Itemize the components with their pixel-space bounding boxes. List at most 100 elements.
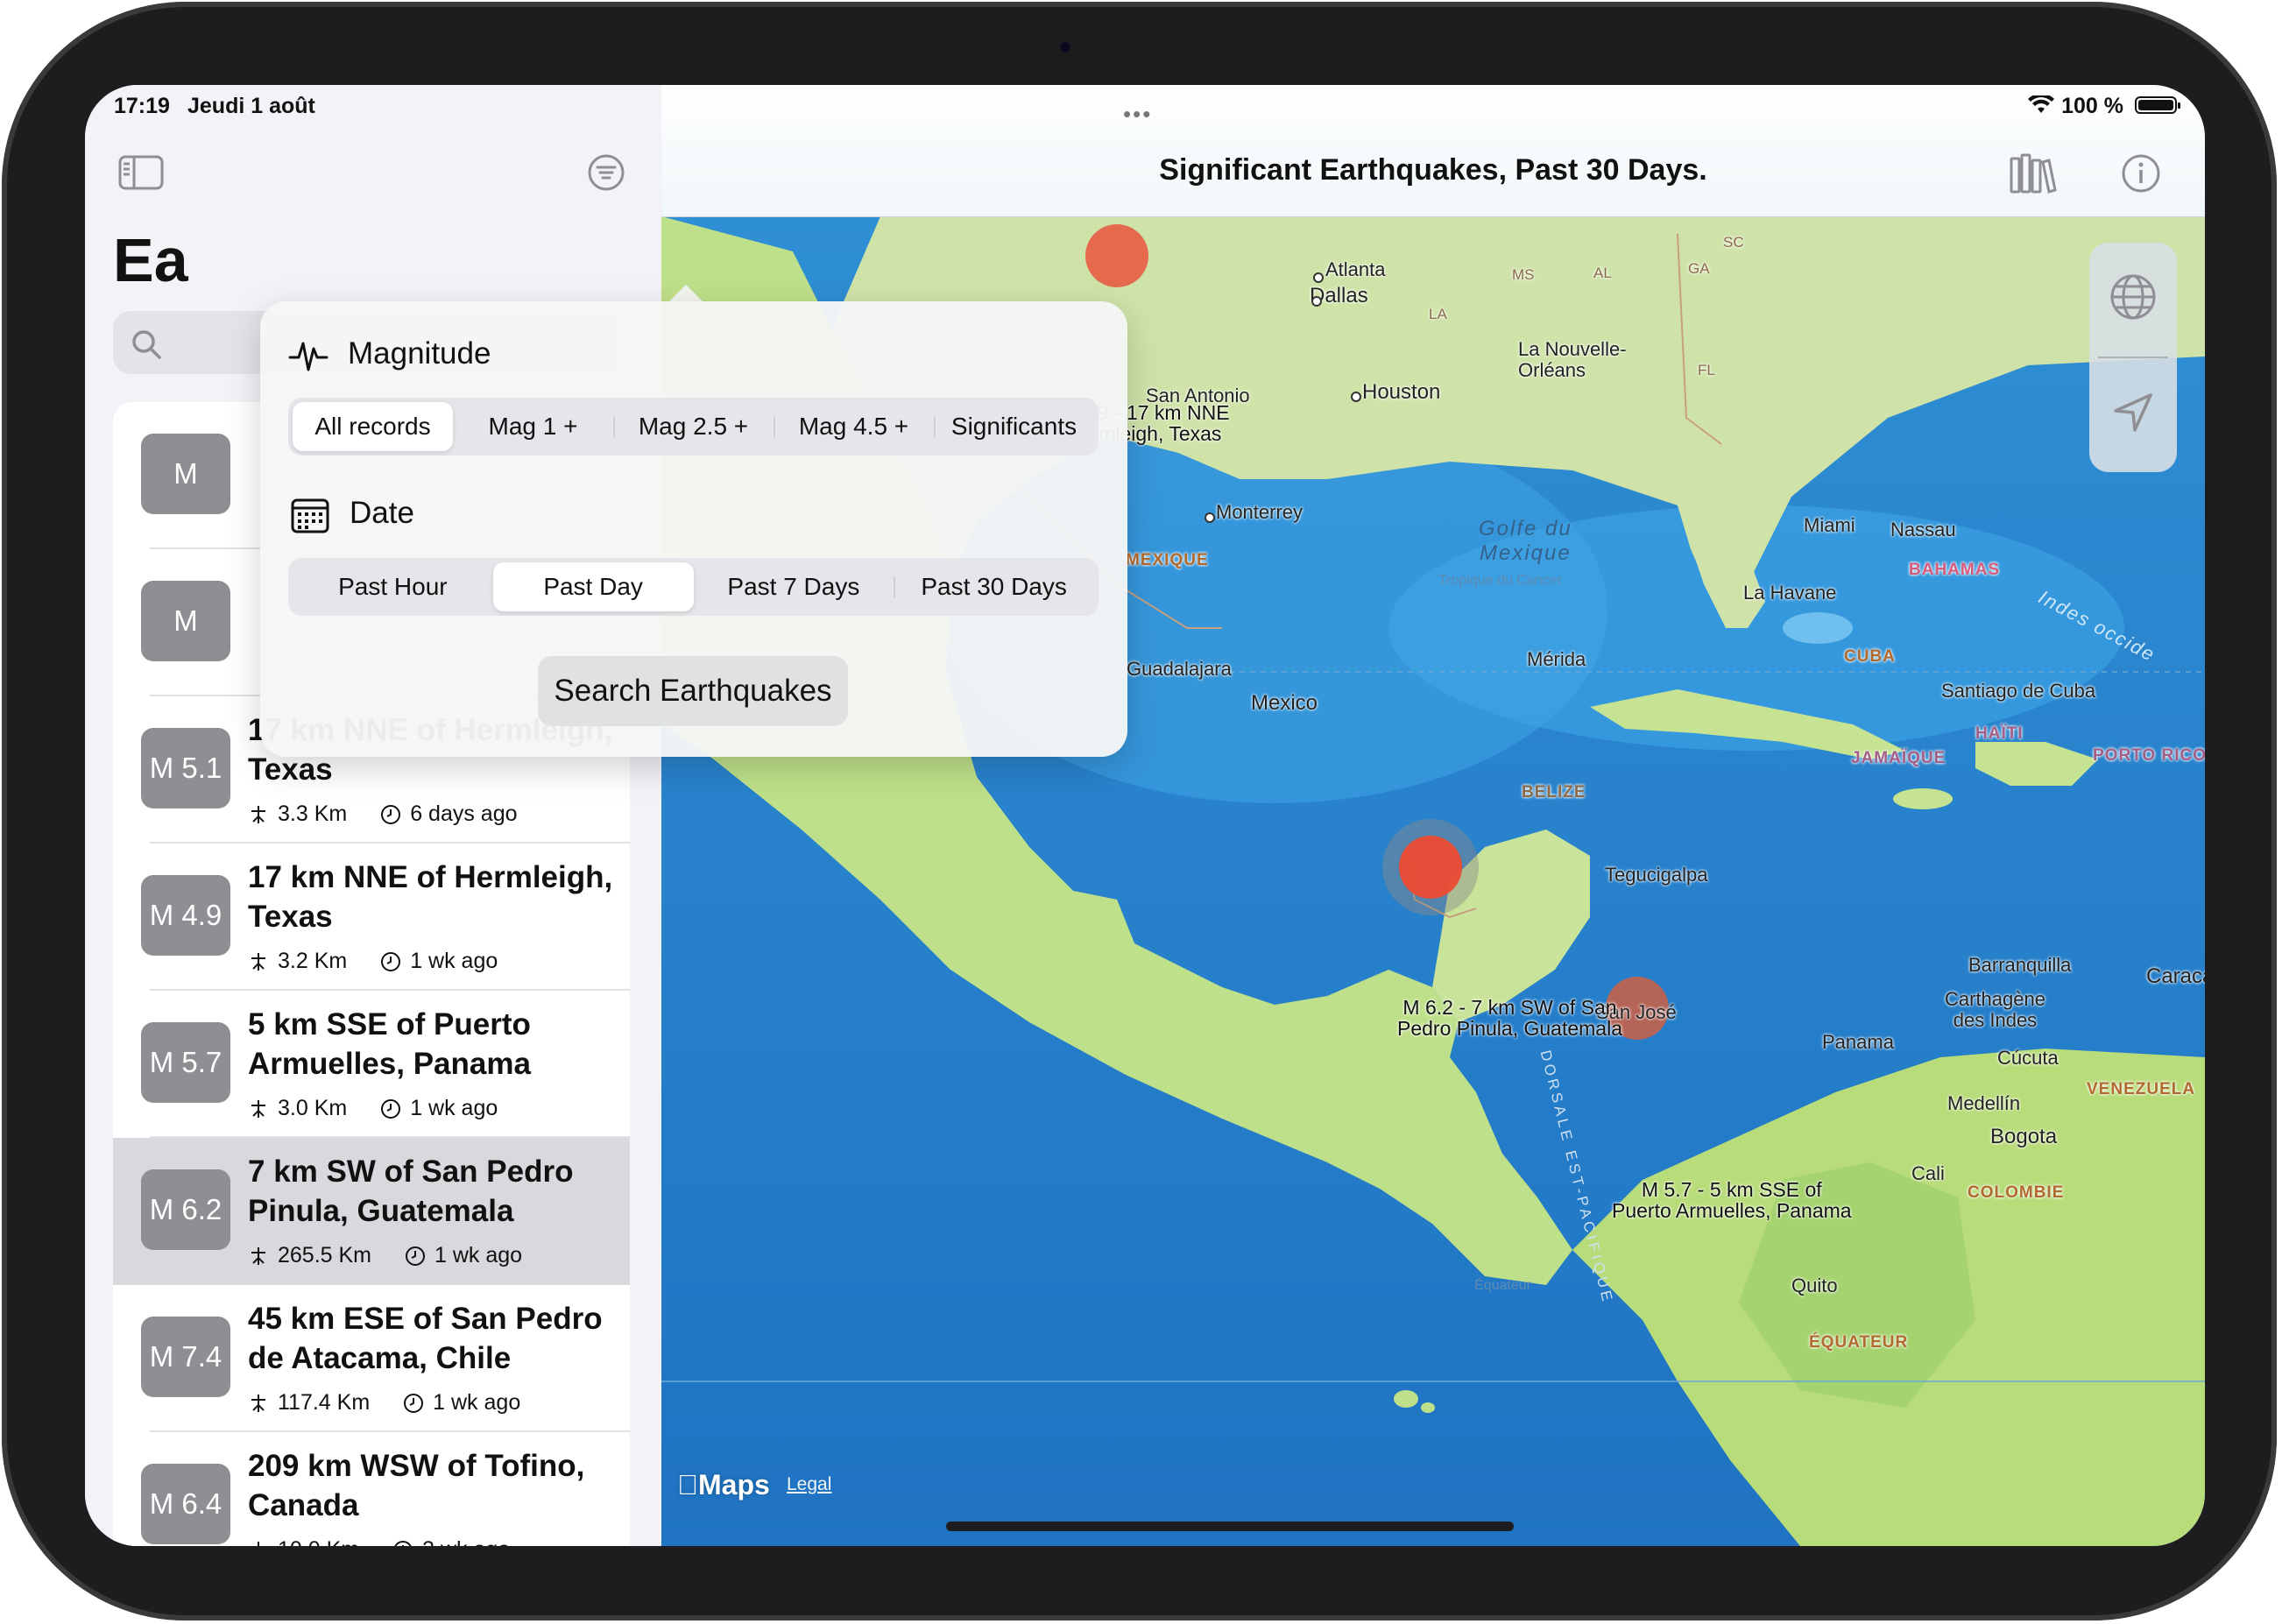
map-label-ga: GA [1688, 260, 1710, 277]
list-item-meta: 117.4 Km 1 wk ago [248, 1390, 520, 1416]
map-label-nouvelle-orleans: La Nouvelle- Orléans [1518, 338, 1627, 381]
map-label-sc: SC [1723, 234, 1744, 251]
map-label-houston: Houston [1362, 380, 1441, 404]
list-item-selected[interactable]: M 6.2 7 km SW of San Pedro Pinula, Guate… [113, 1138, 630, 1285]
home-indicator[interactable] [946, 1522, 1514, 1531]
list-item-meta: 3.0 Km 1 wk ago [248, 1096, 498, 1121]
map-label-golfe: Golfe du Mexique [1479, 517, 1572, 565]
map-label-miami: Miami [1804, 514, 1855, 536]
battery-icon [2135, 96, 2180, 114]
age-value: 1 wk ago [410, 1096, 498, 1120]
age-value: 1 wk ago [410, 949, 498, 973]
age-value: 3 wk ago [422, 1537, 510, 1546]
magnitude-segmented-control: All records Mag 1 + Mag 2.5 + Mag 4.5 + … [288, 398, 1099, 455]
list-item[interactable]: M 5.7 5 km SSE of Puerto Armuelles, Pana… [113, 991, 630, 1138]
clock-icon [381, 804, 401, 824]
map-label-porto-rico: PORTO RICO [2093, 746, 2205, 765]
depth-value: 265.5 Km [278, 1243, 372, 1267]
map-label-panama: Panama [1822, 1031, 1894, 1053]
list-item[interactable]: M 6.4 209 km WSW of Tofino, Canada 10.0 … [113, 1432, 630, 1546]
depth-icon [251, 1394, 265, 1412]
list-item-title: 17 km NNE of Hermleigh, Texas [248, 860, 613, 934]
wifi-icon [2028, 95, 2054, 113]
list-item[interactable]: M 4.9 17 km NNE of Hermleigh, Texas 3.2 … [113, 844, 630, 991]
maps-attribution: Maps [677, 1469, 770, 1500]
clock-icon [381, 951, 401, 971]
map-label-monterrey: Monterrey [1216, 501, 1303, 523]
list-item-meta: 10.0 Km 3 wk ago [248, 1537, 510, 1546]
city-dot [1311, 296, 1322, 307]
map-label-colombie: COLOMBIE [1968, 1183, 2065, 1202]
segment-significants[interactable]: Significants [934, 402, 1094, 451]
map-label-tegucigalpa: Tegucigalpa [1605, 864, 1708, 886]
depth-icon [251, 1246, 265, 1265]
depth-icon [251, 952, 265, 971]
library-icon[interactable] [2009, 153, 2058, 194]
segment-past-hour[interactable]: Past Hour [293, 562, 493, 611]
segment-past-7-days[interactable]: Past 7 Days [694, 562, 894, 611]
map-label-la: LA [1429, 306, 1447, 322]
magnitude-badge: M 6.4 [141, 1464, 230, 1544]
magnitude-badge: M 5.1 [141, 728, 230, 808]
quake-label-guatemala[interactable]: M 6.2 - 7 km SW of San Pedro Pinula, Gua… [1397, 997, 1622, 1039]
map-label-nassau: Nassau [1890, 519, 1956, 540]
search-earthquakes-button[interactable]: Search Earthquakes [538, 656, 848, 726]
list-item-meta: 265.5 Km 1 wk ago [248, 1243, 522, 1268]
map-label-equateur: ÉQUATEUR [1809, 1333, 1909, 1352]
info-icon[interactable] [2121, 153, 2161, 194]
segment-mag-2-5[interactable]: Mag 2.5 + [613, 402, 774, 451]
depth-value: 117.4 Km [278, 1390, 371, 1415]
multitasking-dots-icon[interactable]: ••• [1123, 101, 1152, 128]
segment-all-records[interactable]: All records [293, 402, 453, 451]
sidebar-toggle-icon[interactable] [118, 155, 164, 190]
depth-icon [251, 1541, 265, 1546]
map-controls [2089, 243, 2177, 472]
map-label-santiago: Santiago de Cuba [1941, 680, 2096, 702]
map-label-haiti: HAÏTI [1975, 724, 2024, 743]
waveform-icon [288, 342, 329, 371]
segment-mag-1[interactable]: Mag 1 + [453, 402, 613, 451]
map-label-bogota: Bogota [1990, 1125, 2058, 1148]
clock-icon [381, 1098, 401, 1119]
globe-icon[interactable] [2109, 272, 2158, 321]
sidebar-title: Ea [113, 226, 188, 294]
magnitude-badge: M [141, 581, 230, 661]
map-label-equateur-line: Équateur [1474, 1278, 1531, 1293]
depth-icon [251, 1099, 265, 1118]
apple-maps-logo: Maps [677, 1469, 770, 1501]
map-label-atlanta: Atlanta [1325, 258, 1386, 280]
quake-label-panama[interactable]: M 5.7 - 5 km SSE of Puerto Armuelles, Pa… [1612, 1179, 1852, 1221]
city-dot [1313, 272, 1324, 283]
segment-past-day[interactable]: Past Day [492, 562, 694, 611]
filter-icon[interactable] [587, 153, 625, 192]
map-label-barranquilla: Barranquilla [1968, 954, 2072, 976]
date-segmented-control: Past Hour Past Day Past 7 Days Past 30 D… [288, 558, 1099, 616]
battery-percent: 100 % [2061, 94, 2123, 118]
clock-icon [404, 1393, 424, 1413]
magnitude-badge: M 6.2 [141, 1169, 230, 1250]
depth-value: 3.3 Km [278, 801, 348, 826]
map-label-guadalajara: Guadalajara [1127, 658, 1232, 680]
map-label-cucuta: Cúcuta [1997, 1047, 2059, 1069]
legal-link[interactable]: Legal [787, 1474, 831, 1495]
segment-mag-4-5[interactable]: Mag 4.5 + [774, 402, 934, 451]
map-label-caracas: Caracas [2146, 964, 2205, 988]
segment-past-30-days[interactable]: Past 30 Days [894, 562, 1094, 611]
depth-icon [251, 805, 265, 823]
map-label-al: AL [1593, 265, 1612, 281]
magnitude-section-title: Magnitude [348, 336, 491, 371]
magnitude-badge: M 7.4 [141, 1317, 230, 1397]
list-item-title: 5 km SSE of Puerto Armuelles, Panama [248, 1007, 531, 1081]
list-item-title: 45 km ESE of San Pedro de Atacama, Chile [248, 1302, 603, 1375]
map-label-mexico: Mexico [1251, 691, 1318, 715]
map-label-quito: Quito [1791, 1274, 1838, 1296]
location-arrow-icon[interactable] [2110, 390, 2156, 435]
map-label-jamaique: JAMAÏQUE [1851, 749, 1946, 767]
date-section-title: Date [350, 496, 414, 530]
screen: 17:19 Jeudi 1 août 100 % ••• Ea M M M 5.… [85, 85, 2205, 1546]
divider [2098, 357, 2168, 358]
status-date: Jeudi 1 août [187, 94, 315, 118]
map-label-belize: BELIZE [1522, 783, 1586, 801]
magnitude-badge: M 4.9 [141, 875, 230, 956]
list-item[interactable]: M 7.4 45 km ESE of San Pedro de Atacama,… [113, 1285, 630, 1432]
